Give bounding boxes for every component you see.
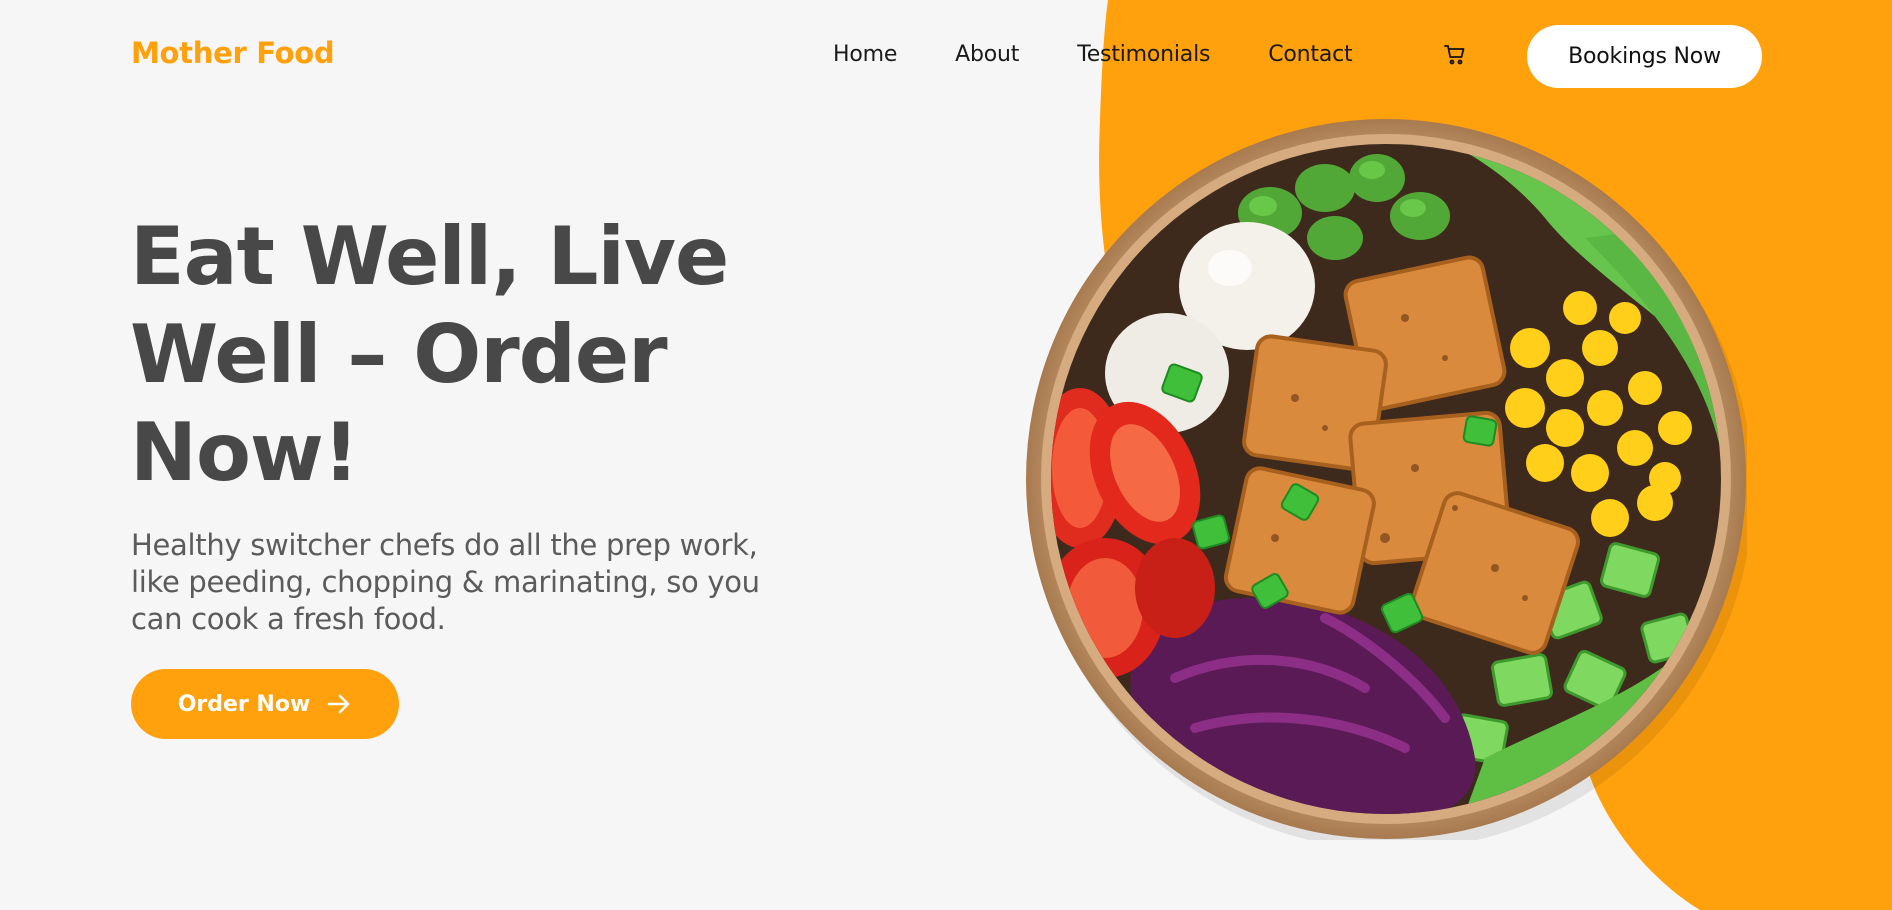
arrow-right-icon	[327, 694, 350, 714]
order-now-label: Order Now	[177, 691, 311, 717]
brand-logo[interactable]: Mother Food	[131, 36, 335, 70]
nav-testimonials[interactable]: Testimonials	[1077, 42, 1210, 67]
main-nav: Home About Testimonials Contact	[833, 42, 1353, 67]
nav-contact[interactable]: Contact	[1268, 42, 1352, 67]
cart-icon[interactable]	[1443, 43, 1467, 67]
bookings-now-button[interactable]: Bookings Now	[1527, 25, 1762, 88]
nav-about[interactable]: About	[955, 42, 1019, 67]
order-now-button[interactable]: Order Now	[131, 669, 399, 739]
hero-title: Eat Well, Live Well – Order Now!	[130, 210, 729, 499]
nav-home[interactable]: Home	[833, 42, 897, 67]
landing-page: Mother Food Home About Testimonials Cont…	[0, 0, 1892, 910]
food-bowl-image	[1026, 119, 1747, 840]
hero-subtitle: Healthy switcher chefs do all the prep w…	[131, 528, 760, 636]
